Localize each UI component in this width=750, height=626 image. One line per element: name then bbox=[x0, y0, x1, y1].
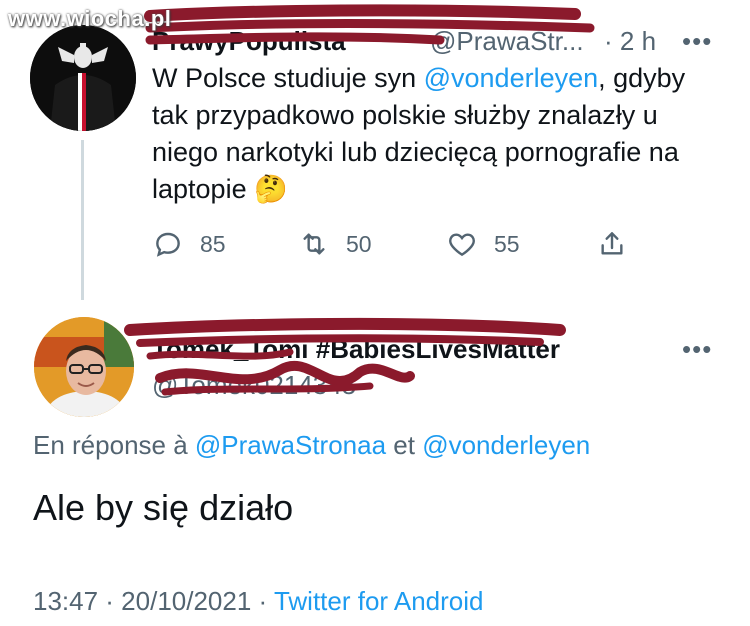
author-handle[interactable]: @PrawaStr... bbox=[430, 26, 584, 57]
retweet-icon bbox=[303, 233, 325, 255]
tweet-metadata: 13:47 · 20/10/2021 · Twitter for Android bbox=[33, 586, 483, 617]
watermark: www.wiocha.pl bbox=[8, 6, 172, 31]
reply-icon bbox=[156, 232, 180, 257]
reply-context: En réponse à @PrawaStronaa et @vonderley… bbox=[33, 430, 591, 460]
tweet-text: W Polsce studiuje syn @vonderleyen, gdyb… bbox=[152, 63, 686, 204]
eagle-shirt-avatar-image bbox=[30, 25, 136, 131]
retweet-count: 50 bbox=[346, 230, 372, 257]
reply-button[interactable]: 85 bbox=[152, 228, 226, 260]
author-name[interactable]: PrawyPopulista bbox=[152, 26, 346, 57]
profile-photo-image bbox=[34, 317, 134, 417]
like-count: 55 bbox=[494, 230, 520, 257]
tweet-actions: 85 50 55 bbox=[152, 228, 632, 268]
mention-link[interactable]: @vonderleyen bbox=[422, 430, 590, 460]
heart-icon bbox=[449, 233, 475, 257]
timestamp[interactable]: 13:47 · 20/10/2021 · bbox=[33, 586, 274, 616]
source-link[interactable]: Twitter for Android bbox=[274, 586, 484, 616]
thread-connector bbox=[81, 140, 84, 300]
retweet-button[interactable]: 50 bbox=[298, 228, 372, 260]
author-handle[interactable]: @Tomek0214345 bbox=[152, 370, 356, 401]
like-button[interactable]: 55 bbox=[446, 228, 520, 260]
share-icon bbox=[601, 232, 623, 255]
more-options-icon[interactable]: ••• bbox=[682, 334, 712, 365]
mention-link[interactable]: @vonderleyen bbox=[424, 63, 599, 93]
avatar[interactable] bbox=[30, 25, 136, 131]
reply-count: 85 bbox=[200, 230, 226, 257]
share-button[interactable] bbox=[596, 228, 644, 260]
avatar[interactable] bbox=[34, 317, 134, 417]
tweet-text: Ale by się działo bbox=[33, 487, 294, 528]
more-options-icon[interactable]: ••• bbox=[682, 26, 712, 57]
tweet-time[interactable]: · 2 h bbox=[604, 26, 656, 57]
mention-link[interactable]: @PrawaStronaa bbox=[195, 430, 386, 460]
author-name[interactable]: Tomek_Tomi #BabiesLivesMatter bbox=[152, 334, 560, 365]
